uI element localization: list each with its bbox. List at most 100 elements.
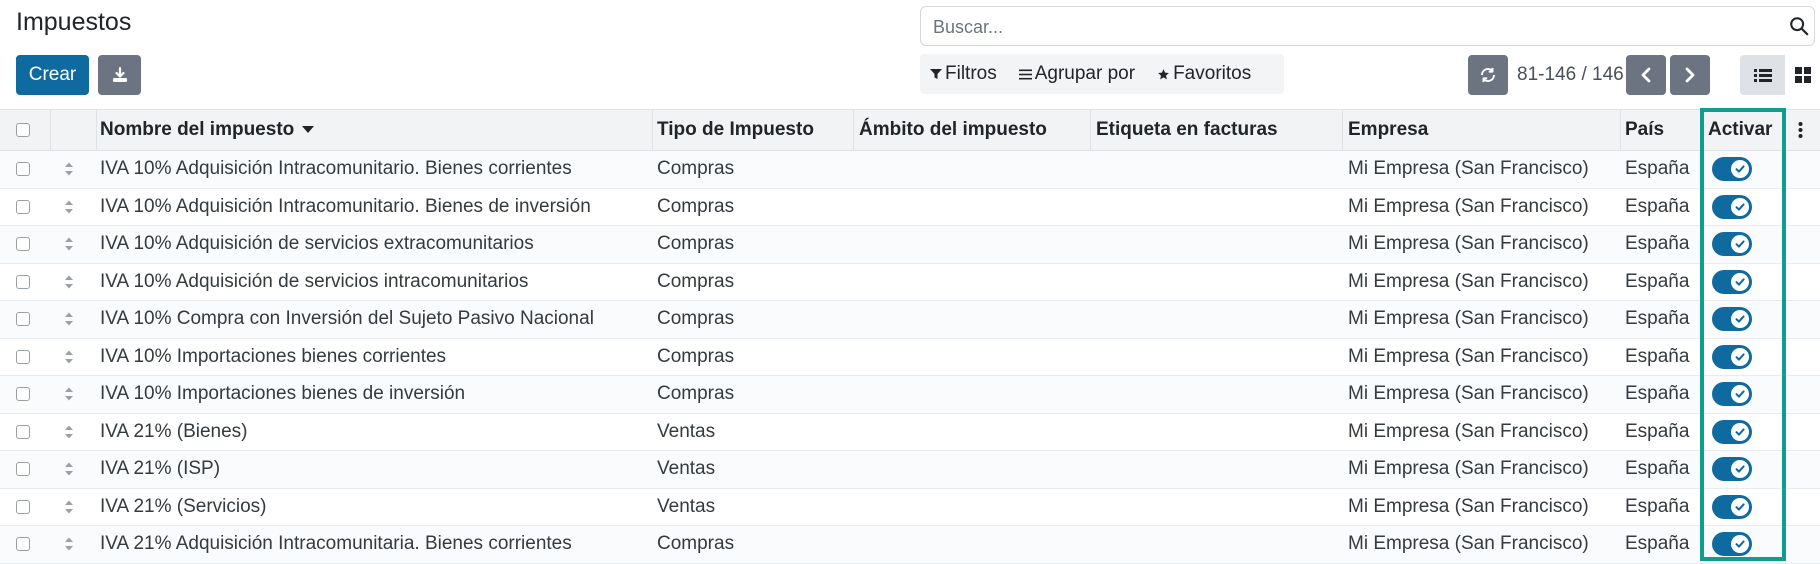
cell-company[interactable]: Mi Empresa (San Francisco) bbox=[1348, 151, 1618, 188]
cell-tax-type[interactable]: Compras bbox=[657, 226, 852, 263]
cell-tax-type[interactable]: Compras bbox=[657, 189, 852, 226]
previous-page-button[interactable] bbox=[1626, 55, 1666, 95]
active-toggle[interactable] bbox=[1712, 532, 1752, 557]
cell-company[interactable]: Mi Empresa (San Francisco) bbox=[1348, 526, 1618, 563]
cell-tax-type[interactable]: Ventas bbox=[657, 451, 852, 488]
cell-country[interactable]: España bbox=[1625, 301, 1700, 338]
row-select-cell[interactable] bbox=[16, 301, 36, 338]
cell-tax-scope[interactable] bbox=[859, 264, 1089, 301]
select-all-checkbox[interactable] bbox=[16, 123, 30, 137]
table-row[interactable]: IVA 21% Adquisición Intracomunitaria. Bi… bbox=[0, 526, 1820, 564]
cell-country[interactable]: España bbox=[1625, 189, 1700, 226]
cell-tax-scope[interactable] bbox=[859, 451, 1089, 488]
cell-tax-name[interactable]: IVA 10% Adquisición de servicios intraco… bbox=[100, 264, 650, 301]
cell-tax-name[interactable]: IVA 21% (Servicios) bbox=[100, 489, 650, 526]
cell-active[interactable] bbox=[1712, 451, 1772, 488]
row-select-cell[interactable] bbox=[16, 451, 36, 488]
cell-tax-type[interactable]: Compras bbox=[657, 301, 852, 338]
cell-country[interactable]: España bbox=[1625, 489, 1700, 526]
drag-handle[interactable] bbox=[64, 451, 78, 488]
row-select-cell[interactable] bbox=[16, 376, 36, 413]
cell-tax-name[interactable]: IVA 21% (ISP) bbox=[100, 451, 650, 488]
cell-tax-type[interactable]: Compras bbox=[657, 376, 852, 413]
cell-country[interactable]: España bbox=[1625, 414, 1700, 451]
cell-active[interactable] bbox=[1712, 376, 1772, 413]
cell-tax-name[interactable]: IVA 10% Importaciones bienes de inversió… bbox=[100, 376, 650, 413]
active-toggle[interactable] bbox=[1712, 494, 1752, 519]
cell-active[interactable] bbox=[1712, 189, 1772, 226]
row-checkbox[interactable] bbox=[16, 349, 30, 364]
drag-handle[interactable] bbox=[64, 339, 78, 376]
cell-tax-type[interactable]: Compras bbox=[657, 526, 852, 563]
cell-tax-name[interactable]: IVA 10% Adquisición de servicios extraco… bbox=[100, 226, 650, 263]
cell-company[interactable]: Mi Empresa (San Francisco) bbox=[1348, 301, 1618, 338]
cell-company[interactable]: Mi Empresa (San Francisco) bbox=[1348, 489, 1618, 526]
optional-columns-toggle[interactable] bbox=[1798, 110, 1818, 150]
row-checkbox[interactable] bbox=[16, 387, 30, 402]
active-toggle[interactable] bbox=[1712, 457, 1752, 482]
group-by-dropdown[interactable]: Agrupar por bbox=[1009, 63, 1147, 85]
refresh-button[interactable] bbox=[1468, 55, 1508, 95]
active-toggle[interactable] bbox=[1712, 344, 1752, 369]
table-row[interactable]: IVA 10% Adquisición de servicios extraco… bbox=[0, 226, 1820, 264]
row-checkbox[interactable] bbox=[16, 537, 30, 552]
cell-invoice-label[interactable] bbox=[1096, 189, 1336, 226]
pager-value[interactable]: 81-146 / 146 bbox=[1517, 64, 1624, 86]
cell-country[interactable]: España bbox=[1625, 151, 1700, 188]
cell-country[interactable]: España bbox=[1625, 264, 1700, 301]
row-checkbox[interactable] bbox=[16, 462, 30, 477]
column-header-label[interactable]: Etiqueta en facturas bbox=[1096, 110, 1336, 150]
cell-active[interactable] bbox=[1712, 339, 1772, 376]
cell-country[interactable]: España bbox=[1625, 226, 1700, 263]
cell-company[interactable]: Mi Empresa (San Francisco) bbox=[1348, 189, 1618, 226]
cell-tax-name[interactable]: IVA 10% Adquisición Intracomunitario. Bi… bbox=[100, 189, 650, 226]
search-box[interactable] bbox=[920, 6, 1815, 47]
kanban-view-button[interactable] bbox=[1786, 55, 1820, 95]
cell-invoice-label[interactable] bbox=[1096, 226, 1336, 263]
cell-company[interactable]: Mi Empresa (San Francisco) bbox=[1348, 264, 1618, 301]
cell-active[interactable] bbox=[1712, 301, 1772, 338]
drag-handle[interactable] bbox=[64, 526, 78, 563]
cell-active[interactable] bbox=[1712, 264, 1772, 301]
cell-country[interactable]: España bbox=[1625, 451, 1700, 488]
cell-tax-type[interactable]: Ventas bbox=[657, 489, 852, 526]
row-select-cell[interactable] bbox=[16, 189, 36, 226]
column-header-active[interactable]: Activar bbox=[1708, 110, 1786, 150]
column-header-type[interactable]: Tipo de Impuesto bbox=[657, 110, 852, 150]
drag-handle[interactable] bbox=[64, 301, 78, 338]
cell-company[interactable]: Mi Empresa (San Francisco) bbox=[1348, 226, 1618, 263]
cell-active[interactable] bbox=[1712, 489, 1772, 526]
cell-invoice-label[interactable] bbox=[1096, 151, 1336, 188]
cell-tax-scope[interactable] bbox=[859, 189, 1089, 226]
cell-tax-name[interactable]: IVA 21% (Bienes) bbox=[100, 414, 650, 451]
cell-invoice-label[interactable] bbox=[1096, 526, 1336, 563]
column-header-name[interactable]: Nombre del impuesto bbox=[100, 110, 650, 150]
table-row[interactable]: IVA 21% (Servicios) Ventas Mi Empresa (S… bbox=[0, 489, 1820, 526]
table-row[interactable]: IVA 21% (ISP) Ventas Mi Empresa (San Fra… bbox=[0, 451, 1820, 489]
column-header-country[interactable]: País bbox=[1625, 110, 1700, 150]
row-checkbox[interactable] bbox=[16, 162, 30, 177]
row-select-cell[interactable] bbox=[16, 264, 36, 301]
cell-tax-scope[interactable] bbox=[859, 376, 1089, 413]
cell-country[interactable]: España bbox=[1625, 339, 1700, 376]
column-header-scope[interactable]: Ámbito del impuesto bbox=[859, 110, 1089, 150]
table-row[interactable]: IVA 21% (Bienes) Ventas Mi Empresa (San … bbox=[0, 414, 1820, 451]
row-select-cell[interactable] bbox=[16, 151, 36, 188]
cell-invoice-label[interactable] bbox=[1096, 301, 1336, 338]
row-checkbox[interactable] bbox=[16, 499, 30, 514]
row-checkbox[interactable] bbox=[16, 237, 30, 252]
table-row[interactable]: IVA 10% Importaciones bienes de inversió… bbox=[0, 376, 1820, 414]
cell-tax-scope[interactable] bbox=[859, 414, 1089, 451]
row-select-cell[interactable] bbox=[16, 489, 36, 526]
drag-handle[interactable] bbox=[64, 189, 78, 226]
drag-handle[interactable] bbox=[64, 226, 78, 263]
row-select-cell[interactable] bbox=[16, 414, 36, 451]
list-view-button[interactable] bbox=[1740, 55, 1785, 95]
row-checkbox[interactable] bbox=[16, 424, 30, 439]
row-select-cell[interactable] bbox=[16, 226, 36, 263]
cell-tax-type[interactable]: Ventas bbox=[657, 414, 852, 451]
row-checkbox[interactable] bbox=[16, 199, 30, 214]
select-all-cell[interactable] bbox=[16, 110, 36, 150]
cell-invoice-label[interactable] bbox=[1096, 489, 1336, 526]
cell-company[interactable]: Mi Empresa (San Francisco) bbox=[1348, 451, 1618, 488]
